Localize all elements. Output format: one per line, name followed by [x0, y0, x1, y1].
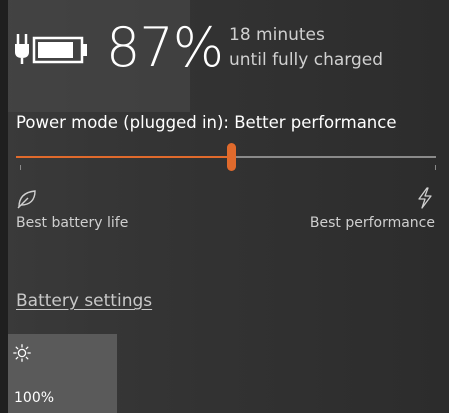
best-performance-label: Best performance [309, 215, 435, 231]
slider-tick-min [20, 165, 21, 170]
power-mode-label: Power mode (plugged in): Better performa… [16, 113, 397, 132]
lightning-bolt-icon [418, 187, 432, 209]
brightness-sun-icon [13, 344, 31, 362]
battery-charging-icon [15, 34, 87, 64]
brightness-value: 100% [14, 390, 55, 406]
battery-percentage: 87% [106, 16, 224, 79]
battery-settings-link[interactable]: Battery settings [16, 290, 152, 312]
slider-fill [16, 156, 231, 158]
charge-time-caption: until fully charged [229, 50, 384, 70]
battery-flyout: 87% 18 minutes until fully charged Power… [0, 0, 449, 413]
slider-tick-max [435, 165, 436, 170]
leaf-icon [17, 190, 36, 209]
brightness-quick-action[interactable]: 100% [8, 334, 117, 413]
slider-thumb[interactable] [227, 143, 236, 171]
charge-time-remaining: 18 minutes [229, 25, 325, 45]
best-battery-life-label: Best battery life [16, 215, 129, 231]
flyout-edge [0, 0, 8, 413]
power-mode-slider[interactable] [16, 142, 436, 172]
